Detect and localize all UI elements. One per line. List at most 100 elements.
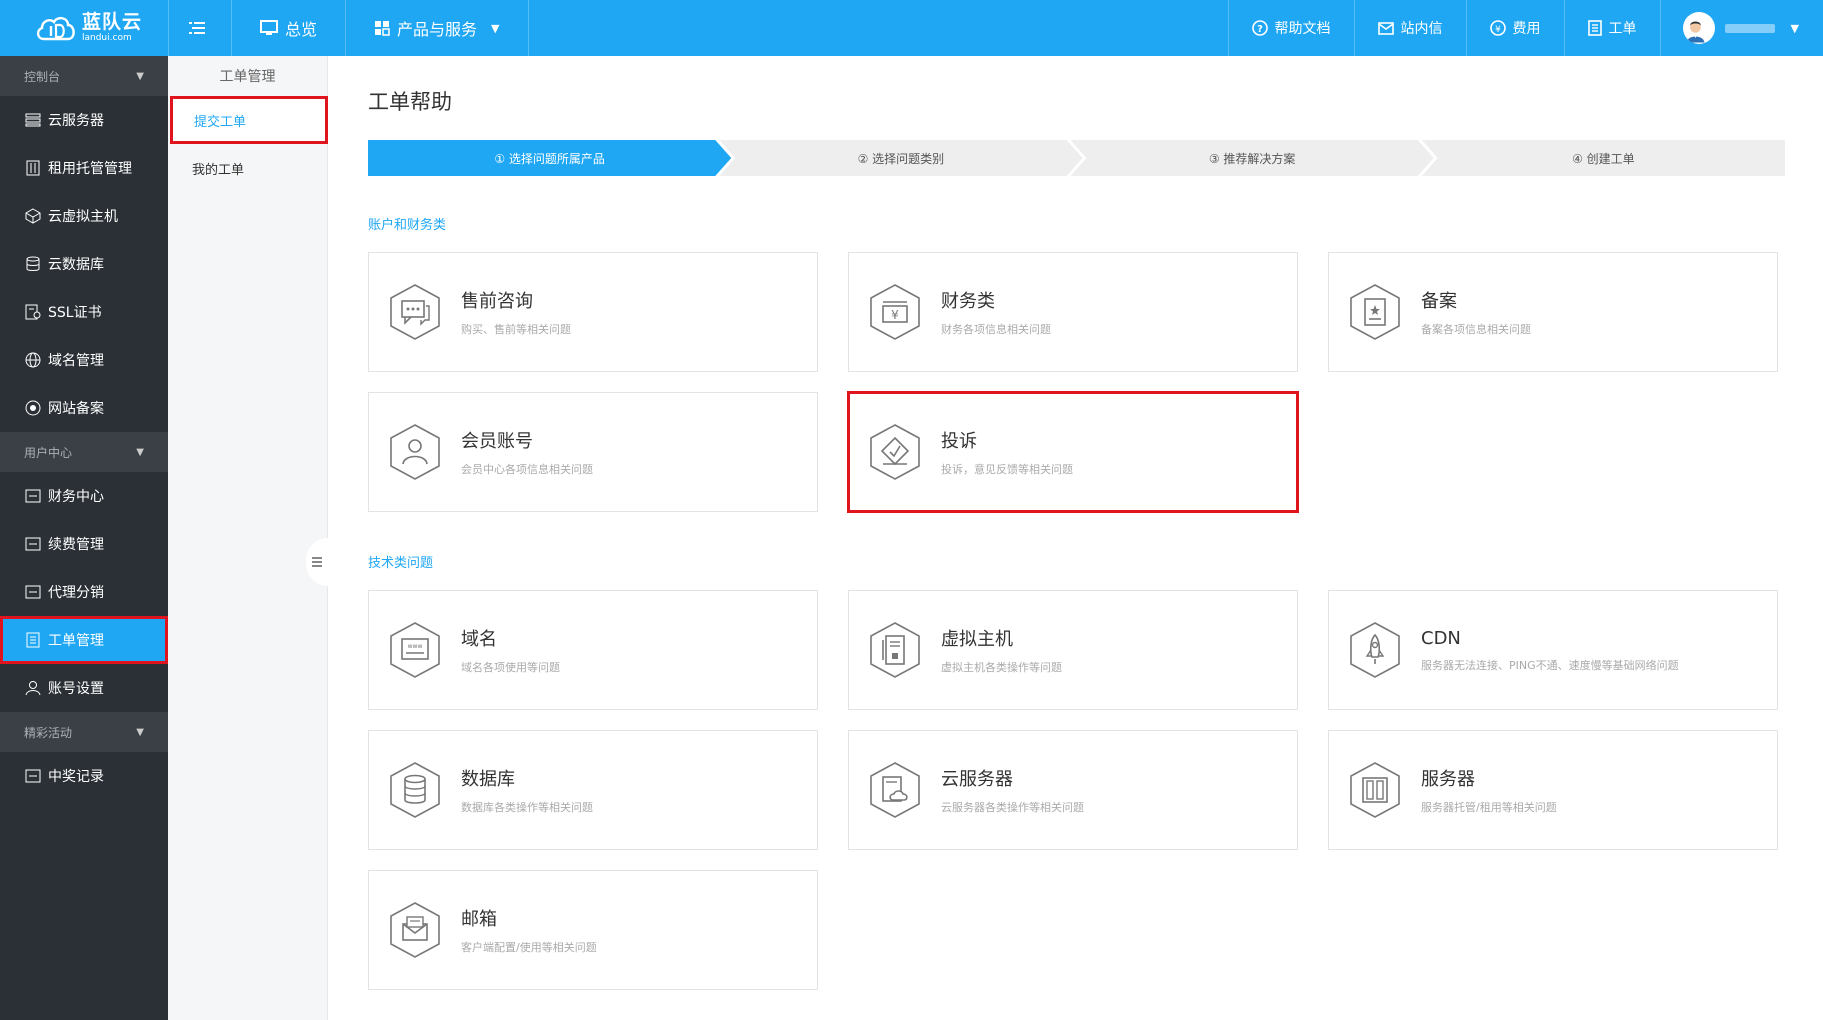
sidebar-item-label: 工单管理 [48, 633, 104, 649]
svg-text:www: www [408, 643, 423, 650]
record-icon [25, 400, 41, 416]
sidebar-item-filing[interactable]: 网站备案 [0, 384, 168, 432]
sidebar-item-virtual-host[interactable]: 云虚拟主机 [0, 192, 168, 240]
card-desc: 云服务器各类操作等相关问题 [941, 801, 1084, 814]
card-title: 服务器 [1421, 769, 1475, 790]
logo-domain: landui.com [82, 33, 132, 43]
card-desc: 财务各项信息相关问题 [941, 323, 1051, 336]
window-icon [25, 585, 41, 599]
sidebar-item-ssl[interactable]: SSL证书 [0, 288, 168, 336]
card-title: 会员账号 [461, 431, 533, 452]
sidebar-item-hosting[interactable]: 租用托管管理 [0, 144, 168, 192]
card-desc: 购买、售前等相关问题 [461, 323, 571, 336]
window-icon [25, 537, 41, 551]
cloud-logo-icon [36, 17, 75, 41]
card-title: 数据库 [461, 769, 515, 790]
sidebar-item-agency[interactable]: 代理分销 [0, 568, 168, 616]
sidebar-item-label: 续费管理 [48, 537, 104, 553]
sidebar-group-user-center[interactable]: 用户中心 ▼ [0, 432, 168, 472]
monitor-icon [260, 20, 278, 35]
certificate-icon [25, 304, 41, 320]
card-title: 备案 [1421, 291, 1457, 312]
card-desc: 投诉，意见反馈等相关问题 [941, 463, 1073, 476]
cube-icon [25, 208, 41, 224]
card-database[interactable]: 数据库 数据库各类操作等相关问题 [368, 730, 818, 850]
card-domain[interactable]: www 域名 域名各项使用等问题 [368, 590, 818, 710]
sidebar-item-cloud-server[interactable]: 云服务器 [0, 96, 168, 144]
sidebar-group-label: 用户中心 [24, 445, 73, 460]
overview-button[interactable]: 总览 [232, 0, 347, 56]
sidebar-item-tickets[interactable]: 工单管理 [0, 616, 168, 664]
caret-down-icon: ▼ [1790, 21, 1799, 35]
menu-toggle-button[interactable] [168, 0, 232, 56]
submenu-item-my-tickets[interactable]: 我的工单 [168, 144, 327, 192]
submenu-item-submit-ticket[interactable]: 提交工单 [170, 96, 328, 144]
rack-icon [26, 160, 40, 176]
card-filing[interactable]: 备案 备案各项信息相关问题 [1328, 252, 1778, 372]
help-docs-link[interactable]: ? 帮助文档 [1227, 0, 1354, 56]
card-complaint[interactable]: 投诉 投诉，意见反馈等相关问题 [847, 391, 1299, 513]
card-title: 财务类 [941, 291, 995, 312]
step-4: ④ 创建工单 [1421, 140, 1785, 176]
card-title: 云服务器 [941, 769, 1013, 790]
globe-icon [25, 352, 41, 368]
sidebar: 控制台 ▼ 云服务器 租用托管管理 云虚拟主机 云数据库 SSL证书 域名管理 … [0, 56, 168, 1020]
card-desc: 虚拟主机各类操作等问题 [941, 661, 1062, 674]
user-icon [25, 681, 41, 696]
card-desc: 数据库各类操作等相关问题 [461, 801, 593, 814]
submenu: 工单管理 提交工单 我的工单 [168, 56, 328, 1020]
logo[interactable]: 蓝队云 landui.com [0, 0, 168, 56]
sidebar-item-label: SSL证书 [48, 305, 102, 321]
section-title-account-finance: 账户和财务类 [368, 218, 447, 233]
sidebar-group-activities[interactable]: 精彩活动 ▼ [0, 712, 168, 752]
caret-down-icon: ▼ [491, 21, 500, 35]
card-cdn[interactable]: CDN 服务器无法连接、PING不通、速度慢等基础网络问题 [1328, 590, 1778, 710]
messages-label: 站内信 [1400, 21, 1443, 37]
yen-icon: ¥ [1489, 20, 1506, 36]
card-virtual-host[interactable]: 虚拟主机 虚拟主机各类操作等问题 [848, 590, 1298, 710]
card-desc: 服务器无法连接、PING不通、速度慢等基础网络问题 [1421, 658, 1679, 672]
sidebar-item-domain[interactable]: 域名管理 [0, 336, 168, 384]
card-member-account[interactable]: 会员账号 会员中心各项信息相关问题 [368, 392, 818, 512]
products-dropdown[interactable]: 产品与服务 ▼ [346, 0, 529, 56]
envelope-icon [1377, 21, 1394, 35]
help-docs-label: 帮助文档 [1274, 21, 1331, 37]
window-icon [25, 769, 41, 783]
chat-icon [390, 284, 440, 340]
svg-text:¥: ¥ [891, 308, 899, 322]
www-icon: www [390, 622, 440, 678]
sidebar-item-label: 云虚拟主机 [48, 209, 118, 225]
main-content: 工单帮助 ① 选择问题所属产品 ② 选择问题类别 ③ 推荐解决方案 ④ 创建工单… [328, 56, 1823, 1020]
sidebar-item-finance[interactable]: 财务中心 [0, 472, 168, 520]
svg-text:?: ? [1257, 24, 1263, 35]
tickets-link[interactable]: 工单 [1563, 0, 1660, 56]
card-mail[interactable]: 邮箱 客户端配置/使用等相关问题 [368, 870, 818, 990]
card-server[interactable]: 服务器 服务器托管/租用等相关问题 [1328, 730, 1778, 850]
help-icon: ? [1251, 20, 1268, 36]
database-icon [26, 256, 40, 271]
card-title: CDN [1421, 627, 1461, 649]
section-title-technical: 技术类问题 [368, 556, 434, 571]
complaint-icon [870, 424, 920, 480]
sidebar-item-label: 财务中心 [48, 489, 104, 505]
card-title: 虚拟主机 [941, 629, 1013, 650]
sidebar-group-label: 控制台 [24, 69, 61, 84]
messages-link[interactable]: 站内信 [1353, 0, 1466, 56]
tickets-label: 工单 [1608, 21, 1637, 37]
card-cloud-server[interactable]: 云服务器 云服务器各类操作等相关问题 [848, 730, 1298, 850]
step-progress: ① 选择问题所属产品 ② 选择问题类别 ③ 推荐解决方案 ④ 创建工单 [368, 140, 1785, 176]
sidebar-item-account[interactable]: 账号设置 [0, 664, 168, 712]
user-menu[interactable]: ▼ [1659, 0, 1823, 56]
sidebar-item-renewal[interactable]: 续费管理 [0, 520, 168, 568]
card-desc: 服务器托管/租用等相关问题 [1421, 801, 1557, 814]
sidebar-group-console[interactable]: 控制台 ▼ [0, 56, 168, 96]
submenu-title: 工单管理 [219, 69, 276, 85]
sidebar-item-database[interactable]: 云数据库 [0, 240, 168, 288]
menu-icon [312, 557, 322, 567]
card-presales[interactable]: 售前咨询 购买、售前等相关问题 [368, 252, 818, 372]
card-desc: 备案各项信息相关问题 [1421, 323, 1531, 336]
card-finance[interactable]: ¥ 财务类 财务各项信息相关问题 [848, 252, 1298, 372]
sidebar-item-prizes[interactable]: 中奖记录 [0, 752, 168, 800]
step-2: ② 选择问题类别 [719, 140, 1082, 176]
fees-link[interactable]: ¥ 费用 [1465, 0, 1564, 56]
